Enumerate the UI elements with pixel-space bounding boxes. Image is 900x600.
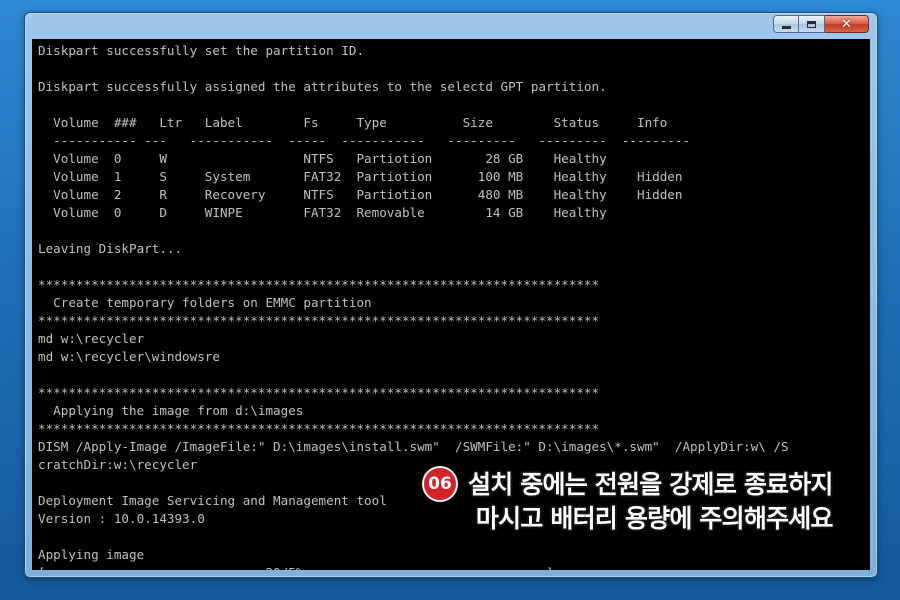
caption-line-2: 마시고 배터리 용량에 주의해주세요 bbox=[475, 504, 834, 533]
title-bar[interactable]: ✕ bbox=[25, 13, 877, 39]
close-icon: ✕ bbox=[841, 16, 852, 32]
window-controls: ✕ bbox=[773, 15, 869, 33]
instruction-caption: 06 설치 중에는 전원을 강제로 종료하지 마시고 배터리 용량에 주의해주세… bbox=[422, 466, 833, 536]
minimize-icon bbox=[781, 25, 791, 29]
maximize-button[interactable] bbox=[799, 15, 825, 33]
maximize-icon bbox=[807, 20, 816, 28]
caption-text-block: 설치 중에는 전원을 강제로 종료하지 마시고 배터리 용량에 주의해주세요 bbox=[468, 468, 833, 536]
step-number-badge: 06 bbox=[422, 466, 458, 502]
close-button[interactable]: ✕ bbox=[825, 15, 869, 33]
minimize-button[interactable] bbox=[773, 15, 799, 33]
caption-line-1: 설치 중에는 전원을 강제로 종료하지 bbox=[468, 470, 833, 499]
